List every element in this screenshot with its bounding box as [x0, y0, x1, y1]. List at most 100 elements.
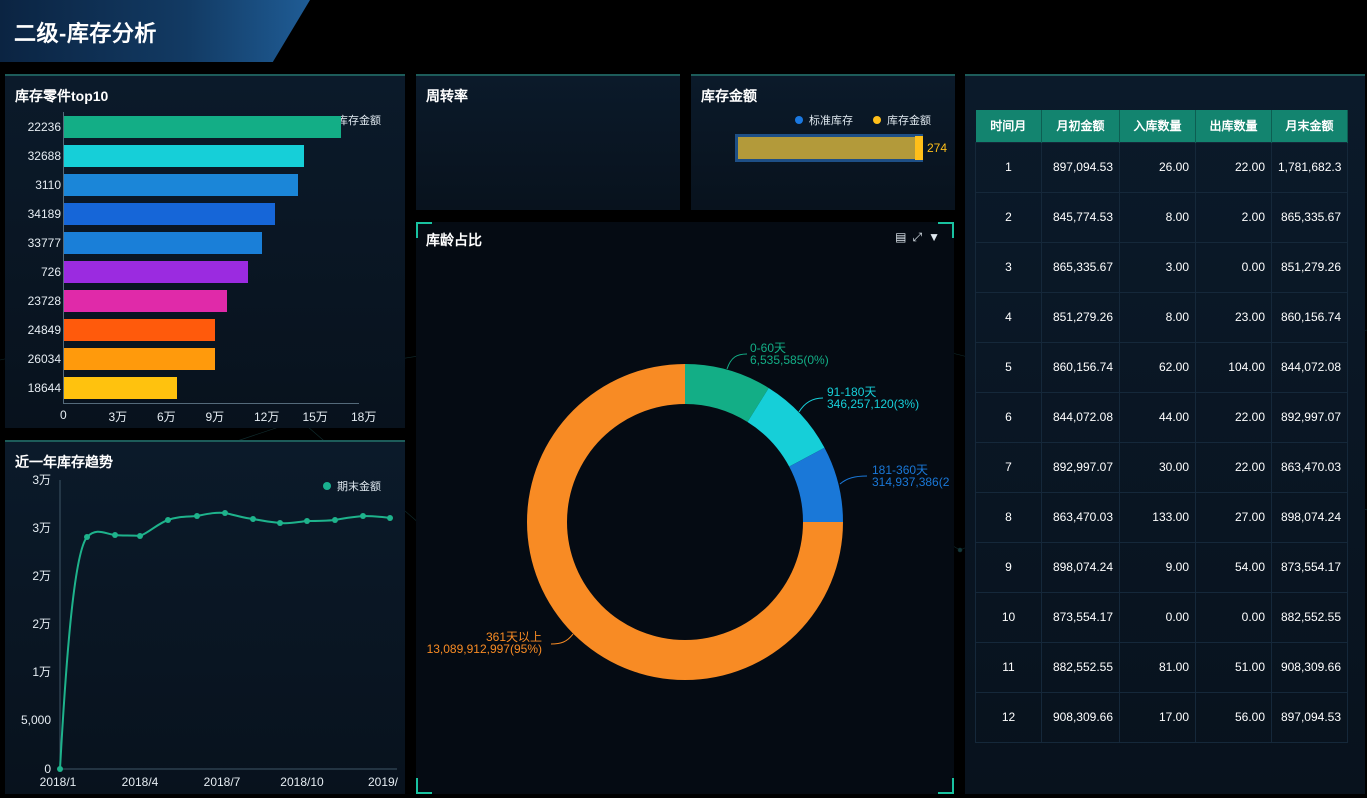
trend-point[interactable]	[277, 520, 283, 526]
table-cell: 892,997.07	[1041, 441, 1120, 493]
table-cell: 863,470.03	[1041, 491, 1120, 543]
table-cell: 865,335.67	[1271, 191, 1348, 243]
table-header-row: 时间月 月初金额 入库数量 出库数量 月末金额	[975, 110, 1348, 142]
table-cell: 30.00	[1119, 441, 1196, 493]
table-header-cell[interactable]: 入库数量	[1119, 110, 1196, 142]
table-cell: 897,094.53	[1271, 691, 1348, 743]
trend-points	[57, 510, 393, 772]
table-row[interactable]: 12 908,309.66 17.00 56.00 897,094.53	[975, 691, 1348, 743]
top10-x-tick: 18万	[351, 410, 377, 424]
table-cell: 51.00	[1195, 641, 1272, 693]
table-row[interactable]: 5 860,156.74 62.00 104.00 844,072.08	[975, 341, 1348, 393]
trend-x-tick: 2018/10	[280, 775, 324, 789]
amount-stock-bar	[915, 136, 923, 160]
amount-legend-stock[interactable]: 库存金额	[873, 112, 931, 128]
top10-bar[interactable]	[64, 290, 227, 312]
table-header-cell[interactable]: 月初金额	[1041, 110, 1120, 142]
trend-x-tick: 2018/7	[204, 775, 241, 789]
table-cell: 882,552.55	[1271, 591, 1348, 643]
trend-y-tick: 2万	[32, 569, 51, 583]
table-cell: 873,554.17	[1041, 591, 1120, 643]
table-cell: 17.00	[1119, 691, 1196, 743]
table-cell: 27.00	[1195, 491, 1272, 543]
table-row[interactable]: 3 865,335.67 3.00 0.00 851,279.26	[975, 241, 1348, 293]
amount-value-label: 274	[927, 141, 948, 155]
trend-point[interactable]	[112, 532, 118, 538]
monthly-table-panel: 时间月 月初金额 入库数量 出库数量 月末金额 1 897,094.53 26.00 22.0…	[965, 74, 1365, 794]
top10-bar[interactable]	[64, 145, 305, 167]
trend-panel: 近一年库存趋势 期末金额 0 5,000 1万 2万 2万 3万 3万 2018/1 2018…	[5, 440, 405, 794]
table-cell: 0.00	[1119, 591, 1196, 643]
trend-y-tick: 0	[44, 762, 51, 776]
table-row[interactable]: 9 898,074.24 9.00 54.00 873,554.17	[975, 541, 1348, 593]
table-cell: 845,774.53	[1041, 191, 1120, 243]
legend-dot-icon	[795, 116, 803, 124]
slice-label-value: 314,937,386(2	[872, 475, 950, 489]
table-row[interactable]: 8 863,470.03 133.00 27.00 898,074.24	[975, 491, 1348, 543]
table-cell: 8.00	[1119, 291, 1196, 343]
trend-series-line	[59, 511, 391, 770]
table-row[interactable]: 6 844,072.08 44.00 22.00 892,997.07	[975, 391, 1348, 443]
table-cell: 22.00	[1195, 391, 1272, 443]
table-row[interactable]: 7 892,997.07 30.00 22.00 863,470.03	[975, 441, 1348, 493]
table-cell: 9.00	[1119, 541, 1196, 593]
top10-bar[interactable]	[64, 116, 342, 138]
table-cell: 844,072.08	[1271, 341, 1348, 393]
table-row[interactable]: 11 882,552.55 81.00 51.00 908,309.66	[975, 641, 1348, 693]
amount-title: 库存金额	[701, 88, 757, 104]
top10-title: 库存零件top10	[15, 88, 109, 104]
amount-legend-standard[interactable]: 标准库存	[795, 112, 853, 128]
table-header-cell[interactable]: 月末金额	[1271, 110, 1348, 142]
slice-label-value: 6,535,585(0%)	[750, 353, 829, 367]
trend-point[interactable]	[57, 766, 63, 772]
trend-y-tick: 3万	[32, 473, 51, 487]
table-header-cell[interactable]: 出库数量	[1195, 110, 1272, 142]
table-cell: 104.00	[1195, 341, 1272, 393]
table-row[interactable]: 1 897,094.53 26.00 22.00 1,781,682.3	[975, 141, 1348, 193]
table-cell: 54.00	[1195, 541, 1272, 593]
page-title: 二级-库存分析	[14, 21, 157, 46]
table-header-cell[interactable]: 时间月	[975, 110, 1042, 142]
table-cell: 863,470.03	[1271, 441, 1348, 493]
trend-point[interactable]	[387, 515, 393, 521]
top10-x-tick: 9万	[205, 410, 225, 424]
trend-point[interactable]	[137, 533, 143, 539]
top10-category-label: 24849	[27, 323, 61, 337]
table-cell: 7	[975, 441, 1042, 493]
trend-y-tick: 1万	[32, 665, 51, 679]
top10-bar[interactable]	[64, 261, 248, 283]
table-cell: 3.00	[1119, 241, 1196, 293]
top10-x-tick: 12万	[254, 410, 280, 424]
top10-x-tick: 3万	[108, 410, 128, 424]
top10-x-tick: 6万	[157, 410, 176, 424]
top10-bar[interactable]	[64, 232, 263, 254]
top10-bar[interactable]	[64, 174, 298, 196]
trend-point[interactable]	[332, 517, 338, 523]
table-cell: 22.00	[1195, 441, 1272, 493]
amount-panel: 库存金额 标准库存 库存金额 274	[691, 74, 955, 210]
trend-point[interactable]	[250, 516, 256, 522]
age-panel: 库龄占比 ▤ ⤢ ▼ 0-60天 6,535,585(0%) 91-180天 3…	[416, 222, 954, 794]
amount-legend-stock-label: 库存金额	[887, 115, 931, 127]
trend-point[interactable]	[194, 513, 200, 519]
table-cell: 908,309.66	[1041, 691, 1120, 743]
trend-point[interactable]	[222, 510, 228, 516]
top10-bar[interactable]	[64, 203, 276, 225]
trend-point[interactable]	[84, 534, 90, 540]
trend-point[interactable]	[165, 517, 171, 523]
table-row[interactable]: 10 873,554.17 0.00 0.00 882,552.55	[975, 591, 1348, 643]
table-row[interactable]: 2 845,774.53 8.00 2.00 865,335.67	[975, 191, 1348, 243]
trend-point[interactable]	[304, 518, 310, 524]
table-cell: 2.00	[1195, 191, 1272, 243]
top10-bar[interactable]	[64, 348, 216, 370]
table-cell: 9	[975, 541, 1042, 593]
table-cell: 0.00	[1195, 241, 1272, 293]
table-row[interactable]: 4 851,279.26 8.00 23.00 860,156.74	[975, 291, 1348, 343]
trend-point[interactable]	[360, 513, 366, 519]
top10-bar[interactable]	[64, 319, 216, 341]
top10-bar[interactable]	[64, 377, 177, 399]
trend-y-tick: 3万	[32, 521, 51, 535]
table-cell: 1	[975, 141, 1042, 193]
top10-category-label: 34189	[27, 207, 61, 221]
table-cell: 26.00	[1119, 141, 1196, 193]
